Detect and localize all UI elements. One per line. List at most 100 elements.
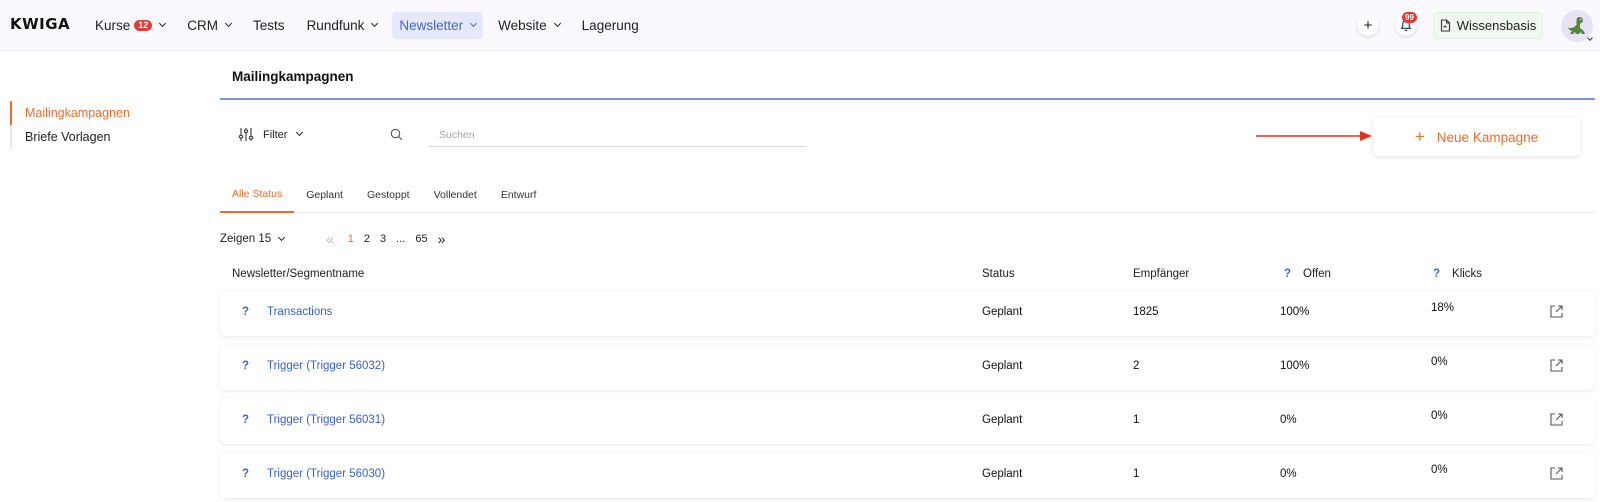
page-title: Mailingkampagnen bbox=[232, 69, 354, 84]
external-link-icon[interactable] bbox=[1549, 466, 1564, 481]
campaign-recipients: 1825 bbox=[1133, 306, 1159, 318]
nav-item-newsletter[interactable]: Newsletter bbox=[392, 12, 484, 39]
chevron-down-icon bbox=[278, 233, 286, 241]
add-button[interactable]: + bbox=[1357, 14, 1379, 36]
table-row: ? Trigger (Trigger 56031) Geplant 1 0% 0… bbox=[220, 399, 1595, 444]
campaign-click-rate: 0% bbox=[1431, 410, 1448, 422]
column-header-status: Status bbox=[982, 268, 1015, 280]
page-link[interactable]: 65 bbox=[415, 233, 427, 245]
knowledge-base-label: Wissensbasis bbox=[1456, 18, 1537, 33]
page-ellipsis: ... bbox=[396, 233, 406, 245]
help-icon[interactable]: ? bbox=[242, 360, 249, 372]
nav-item-label: Tests bbox=[253, 18, 285, 33]
campaign-recipients: 1 bbox=[1133, 414, 1140, 426]
nav-item-website[interactable]: Website bbox=[491, 12, 567, 39]
campaign-name-link[interactable]: Trigger (Trigger 56032) bbox=[267, 360, 385, 372]
campaign-name-link[interactable]: Transactions bbox=[267, 306, 332, 318]
nav-item-kurse[interactable]: Kurse 12 bbox=[88, 12, 172, 39]
column-header-open-label: Offen bbox=[1303, 268, 1331, 280]
page-link[interactable]: 3 bbox=[380, 233, 386, 245]
nav-item-label: Lagerung bbox=[581, 18, 639, 33]
knowledge-base-button[interactable]: Wissensbasis bbox=[1433, 12, 1543, 39]
plus-icon: + bbox=[1363, 16, 1373, 34]
tab-alle-status[interactable]: Alle Status bbox=[220, 183, 295, 213]
help-icon[interactable]: ? bbox=[1284, 268, 1291, 280]
logo[interactable]: KWIGA bbox=[10, 15, 70, 33]
page-size-select[interactable]: Zeigen 15 bbox=[220, 233, 286, 245]
campaign-open-rate: 100% bbox=[1280, 306, 1310, 318]
tab-vollendet[interactable]: Vollendet bbox=[422, 183, 489, 213]
nav-item-label: Website bbox=[498, 18, 547, 33]
document-icon bbox=[1440, 19, 1450, 32]
nav-item-lagerung[interactable]: Lagerung bbox=[575, 12, 646, 39]
campaign-click-rate: 0% bbox=[1431, 464, 1448, 476]
help-icon[interactable]: ? bbox=[242, 468, 249, 480]
title-divider bbox=[220, 98, 1595, 100]
nav-item-rundfunk[interactable]: Rundfunk bbox=[300, 12, 385, 39]
external-link-icon[interactable] bbox=[1549, 358, 1564, 373]
sliders-icon bbox=[238, 128, 254, 141]
pagination: « 1 2 3 ... 65 » bbox=[326, 232, 459, 246]
table-row: ? Transactions Geplant 1825 100% 18% bbox=[220, 291, 1595, 336]
campaign-name-link[interactable]: Trigger (Trigger 56030) bbox=[267, 468, 385, 480]
search-input[interactable] bbox=[428, 124, 806, 147]
status-tabs: Alle Status Geplant Gestoppt Vollendet E… bbox=[220, 183, 1595, 213]
campaign-open-rate: 0% bbox=[1280, 414, 1297, 426]
campaign-status: Geplant bbox=[982, 414, 1023, 426]
help-icon[interactable]: ? bbox=[242, 306, 249, 318]
chevron-down-icon bbox=[296, 128, 304, 137]
notification-count-badge: 99 bbox=[1402, 12, 1417, 23]
tab-geplant[interactable]: Geplant bbox=[294, 183, 355, 213]
column-header-clicks-label: Klicks bbox=[1452, 268, 1483, 280]
campaign-open-rate: 100% bbox=[1280, 360, 1310, 372]
column-header-name: Newsletter/Segmentname bbox=[232, 268, 365, 280]
campaign-open-rate: 0% bbox=[1280, 468, 1297, 480]
table-row: ? Trigger (Trigger 56032) Geplant 2 100%… bbox=[220, 345, 1595, 390]
chevron-down-icon bbox=[553, 19, 561, 28]
nav-item-label: Newsletter bbox=[399, 18, 464, 33]
campaign-status: Geplant bbox=[982, 468, 1023, 480]
campaign-recipients: 2 bbox=[1133, 360, 1140, 372]
filter-dropdown[interactable]: Filter bbox=[238, 127, 304, 142]
search-icon bbox=[390, 128, 403, 141]
column-header-clicks: ? Klicks bbox=[1433, 268, 1482, 280]
double-chevron-left-icon[interactable]: « bbox=[326, 232, 334, 246]
page-size-label: Zeigen 15 bbox=[220, 233, 272, 245]
new-campaign-button[interactable]: + Neue Kampagne bbox=[1373, 118, 1580, 156]
chevron-down-icon bbox=[225, 19, 233, 28]
help-icon[interactable]: ? bbox=[242, 414, 249, 426]
plus-icon: + bbox=[1414, 127, 1425, 146]
sidebar-item-briefe-vorlagen[interactable]: Briefe Vorlagen bbox=[10, 125, 190, 149]
external-link-icon[interactable] bbox=[1549, 412, 1564, 427]
external-link-icon[interactable] bbox=[1549, 304, 1564, 319]
campaign-click-rate: 18% bbox=[1431, 302, 1455, 314]
nav-item-crm[interactable]: CRM bbox=[180, 12, 238, 39]
filter-label: Filter bbox=[263, 128, 288, 141]
nav-badge: 12 bbox=[134, 20, 153, 31]
campaign-status: Geplant bbox=[982, 306, 1023, 318]
double-chevron-right-icon[interactable]: » bbox=[438, 232, 446, 246]
nav-item-tests[interactable]: Tests bbox=[246, 12, 292, 39]
sidebar: Mailingkampagnen Briefe Vorlagen bbox=[10, 101, 190, 149]
campaign-name-link[interactable]: Trigger (Trigger 56031) bbox=[267, 414, 385, 426]
nav-item-label: Rundfunk bbox=[306, 18, 365, 33]
table-header: Newsletter/Segmentname Status Empfänger … bbox=[220, 268, 1595, 284]
sidebar-item-mailingkampagnen[interactable]: Mailingkampagnen bbox=[10, 101, 190, 125]
nav-item-label: CRM bbox=[187, 18, 219, 33]
tab-gestoppt[interactable]: Gestoppt bbox=[355, 183, 422, 213]
tab-entwurf[interactable]: Entwurf bbox=[489, 183, 549, 213]
page-link[interactable]: 1 bbox=[348, 233, 354, 245]
chevron-down-icon bbox=[470, 19, 478, 28]
campaign-click-rate: 0% bbox=[1431, 356, 1448, 368]
campaign-status: Geplant bbox=[982, 360, 1023, 372]
column-header-open: ? Offen bbox=[1284, 268, 1331, 280]
annotation-arrow-icon bbox=[1256, 131, 1372, 141]
help-icon[interactable]: ? bbox=[1433, 268, 1440, 280]
chevron-down-icon[interactable] bbox=[1587, 35, 1593, 41]
campaign-recipients: 1 bbox=[1133, 468, 1140, 480]
nav-item-label: Kurse bbox=[95, 18, 131, 33]
page-link[interactable]: 2 bbox=[364, 233, 370, 245]
column-header-recipients: Empfänger bbox=[1133, 268, 1190, 280]
campaign-table: ? Transactions Geplant 1825 100% 18% ? T… bbox=[220, 291, 1595, 502]
chevron-down-icon bbox=[159, 19, 167, 28]
